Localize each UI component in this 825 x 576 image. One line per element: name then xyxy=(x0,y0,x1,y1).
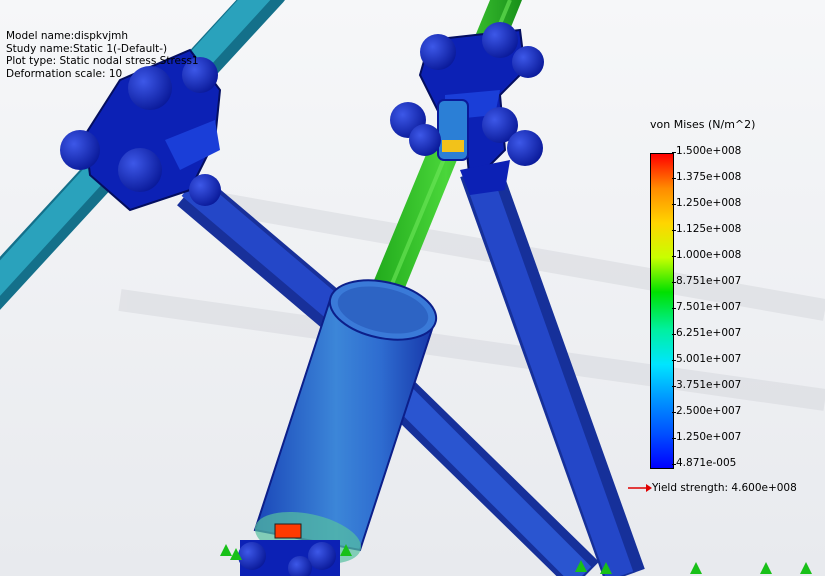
colorbar-tick: 2.500e+007 xyxy=(671,405,742,417)
bottom-clamp xyxy=(238,540,340,576)
colorbar-tick: 7.501e+007 xyxy=(671,301,742,313)
colorbar-tick: 8.751e+007 xyxy=(671,275,742,287)
colorbar-tick: 1.375e+008 xyxy=(671,171,742,183)
colorbar-ticks: 1.500e+008 1.375e+008 1.250e+008 1.125e+… xyxy=(671,145,786,475)
legend-title: von Mises (N/m^2) xyxy=(650,118,756,131)
colorbar-tick: 1.500e+008 xyxy=(671,145,742,157)
colorbar-tick: 1.250e+007 xyxy=(671,431,742,443)
study-name-label: Study name:Static 1(-Default-) xyxy=(6,42,168,55)
colorbar-tick: 1.000e+008 xyxy=(671,249,742,261)
colorbar-tick: 4.871e-005 xyxy=(671,457,737,469)
study-info: Model name:dispkvjmh Study name:Static 1… xyxy=(6,30,199,80)
colorbar-tick: 1.250e+008 xyxy=(671,197,742,209)
colorbar-tick: 5.001e+007 xyxy=(671,353,742,365)
deformation-scale-label: Deformation scale: 10 xyxy=(6,67,123,80)
colorbar-tick: 3.751e+007 xyxy=(671,379,742,391)
colorbar-tick: 1.125e+008 xyxy=(671,223,742,235)
yield-strength-text: Yield strength: 4.600e+008 xyxy=(652,482,797,494)
colorbar-tick: 6.251e+007 xyxy=(671,327,742,339)
model-name-label: Model name:dispkvjmh xyxy=(6,30,128,42)
stress-colorbar xyxy=(650,153,674,469)
yield-strength-label: Yield strength: 4.600e+008 xyxy=(626,482,797,494)
plot-type-label: Plot type: Static nodal stress Stress1 xyxy=(6,55,199,67)
